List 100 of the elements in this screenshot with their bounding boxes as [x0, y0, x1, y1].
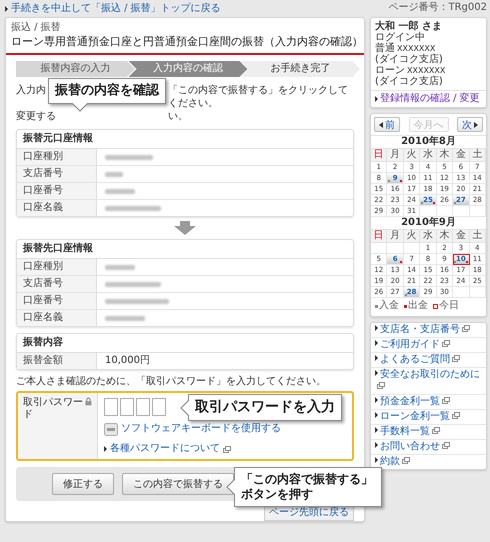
password-digit-field[interactable] [152, 398, 166, 416]
user-name: 大和 一郎 さま [375, 21, 442, 32]
table-label-cell: 口座番号 [17, 293, 97, 309]
empty-calendar-cell [404, 243, 420, 254]
weekday-header: 火 [404, 149, 420, 162]
triangle-right-icon [474, 122, 478, 128]
empty-calendar-cell [420, 206, 437, 217]
password-digit-field[interactable] [104, 398, 118, 416]
table-label-cell: 口座種別 [17, 149, 97, 165]
weekday-header: 水 [420, 230, 437, 243]
down-arrow-icon [174, 221, 196, 235]
table-label-cell: 口座番号 [17, 183, 97, 199]
sidebar-link[interactable]: 約款 [380, 456, 400, 467]
weekday-header: 金 [453, 230, 470, 243]
triangle-icon [375, 355, 378, 361]
instruction-text: 「この内容で振替する」をクリックしてください。 [168, 84, 349, 110]
triangle-icon [375, 412, 378, 418]
empty-calendar-cell [453, 287, 470, 298]
triangle-icon [375, 397, 378, 403]
table-value: 10,000円 [105, 355, 150, 367]
table-label-cell: 振替金額 [17, 353, 97, 369]
blurred-value [105, 172, 123, 176]
legend-label: 出金 [408, 300, 428, 312]
blurred-value [105, 154, 153, 160]
weekday-header: 日 [371, 149, 388, 162]
blurred-value [105, 264, 135, 270]
empty-calendar-cell [470, 206, 486, 217]
back-link[interactable]: 手続きを中止して「振込 / 振替」トップに戻る [11, 2, 221, 14]
account-number: XXXXXXX [407, 66, 446, 75]
external-link-icon [462, 325, 470, 332]
triangle-icon [375, 96, 378, 102]
account-number: XXXXXXX [397, 44, 436, 53]
sidebar-link[interactable]: 預金金利一覧 [380, 396, 440, 407]
triangle-icon [375, 442, 378, 448]
weekday-header: 火 [404, 230, 420, 243]
password-digit-field[interactable] [136, 398, 150, 416]
lock-icon [85, 397, 92, 406]
weekday-header: 水 [420, 149, 437, 162]
keyboard-link[interactable]: ソフトウェアキーボードを使用する [121, 423, 281, 435]
blurred-value [105, 298, 169, 304]
sidebar-link[interactable]: お問い合わせ [380, 441, 440, 452]
table-label-cell: 口座名義 [17, 310, 97, 326]
help-link[interactable]: 各種パスワードについて [110, 443, 220, 455]
blurred-value [105, 188, 135, 194]
empty-calendar-cell [371, 243, 388, 254]
weekday-header: 木 [436, 149, 454, 162]
external-link-icon [223, 446, 231, 452]
triangle-left-icon [379, 122, 383, 128]
account-link[interactable]: 登録情報の確認 / 変更 [380, 93, 480, 105]
sidebar-link[interactable]: よくあるご質問 [380, 354, 450, 365]
account-type: ローン [375, 65, 405, 76]
triangle-icon [375, 427, 378, 433]
branch-name: (ダイコク支店) [375, 54, 443, 65]
field-label: 取引パスワード [23, 397, 84, 421]
callout-pointer-icon [180, 400, 189, 416]
table-label-cell: 支店番号 [17, 166, 97, 182]
weekday-header: 土 [470, 230, 486, 243]
deposit-marker-icon [375, 304, 378, 308]
empty-calendar-cell [453, 206, 470, 217]
blurred-value [105, 282, 161, 286]
legend-label: 入金 [379, 300, 399, 312]
sidebar-link[interactable]: 手数料一覧 [380, 426, 430, 437]
sidebar-link[interactable]: 安全なお取引のために [380, 369, 480, 380]
page-number: ページ番号：TRg002 [388, 2, 487, 15]
instruction-text: ご本人さま確認のために、「取引パスワード」を入力してください。 [16, 376, 327, 388]
callout-pointer-icon [226, 479, 235, 495]
triangle-icon [104, 446, 107, 452]
today-marker-icon [433, 304, 438, 308]
table-label-cell: 口座種別 [17, 259, 97, 275]
sidebar-link[interactable]: ローン金利一覧 [380, 411, 450, 422]
weekday-header: 日 [371, 230, 388, 243]
empty-calendar-cell [470, 287, 486, 298]
weekday-header: 木 [436, 230, 454, 243]
triangle-icon [5, 6, 8, 12]
sidebar-link[interactable]: ご利用ガイド [380, 339, 440, 350]
sidebar-link[interactable]: 支店名・支店番号 [380, 324, 460, 335]
account-type: 普通 [375, 43, 395, 54]
weekday-header: 月 [387, 149, 404, 162]
triangle-icon [375, 340, 378, 346]
login-status: ログイン中 [375, 32, 425, 43]
table-label-cell: 支店番号 [17, 276, 97, 292]
action-button[interactable]: 修正する [52, 473, 114, 495]
instruction-text: 変更する [16, 110, 56, 123]
calendar-nav-button[interactable]: 前 [374, 117, 400, 132]
password-digit-field[interactable] [120, 398, 134, 416]
instruction-text: い。 [168, 110, 188, 123]
external-link-icon [402, 457, 410, 464]
keyboard-icon [104, 422, 118, 436]
withdrawal-marker-icon [404, 304, 407, 308]
page-title: ローン専用普通預金口座と円普通預金口座間の振替（入力内容の確認） [11, 34, 359, 50]
callout-pointer-icon [72, 103, 88, 112]
triangle-icon [375, 370, 378, 376]
calendar-nav-button[interactable]: 次 [457, 117, 483, 132]
triangle-icon [375, 457, 378, 463]
external-link-icon [377, 382, 385, 389]
action-button[interactable]: この内容で振替する [122, 473, 234, 495]
table-label-cell: 口座名義 [17, 200, 97, 216]
branch-name: (ダイコク支店) [375, 76, 443, 87]
callout-tooltip: 「この内容で振替する」ボタンを押す [234, 467, 382, 507]
weekday-header: 土 [470, 149, 486, 162]
